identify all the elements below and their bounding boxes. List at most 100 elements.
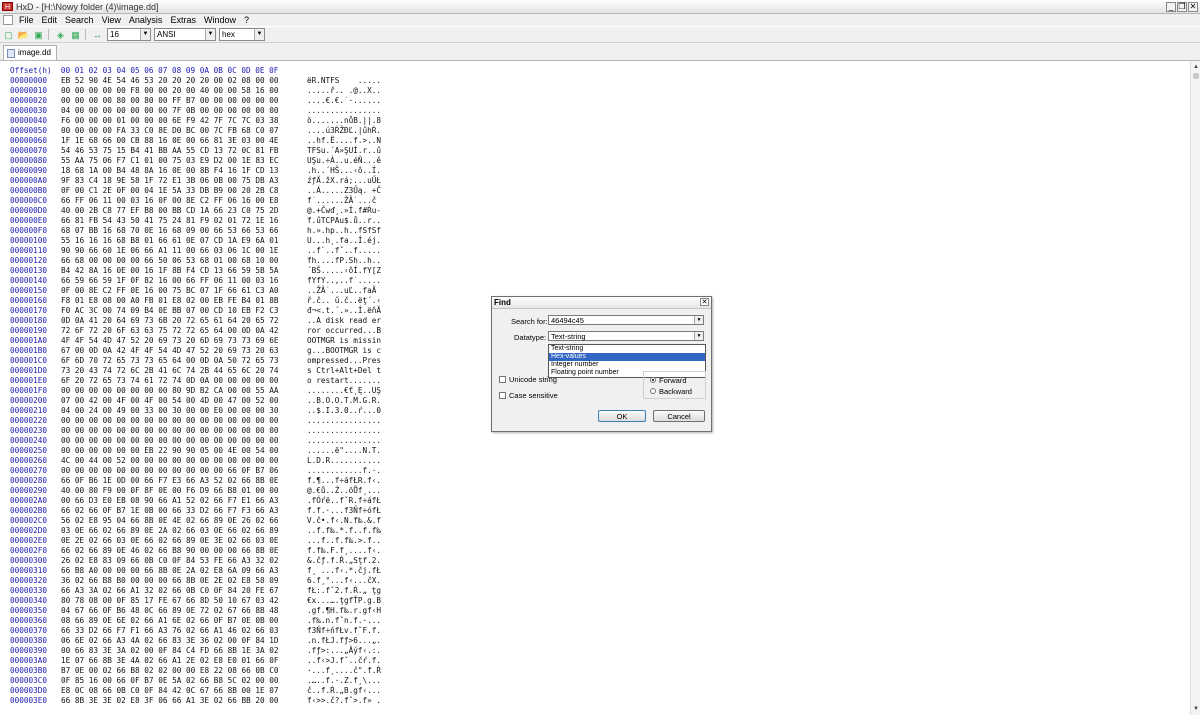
menu-window[interactable]: Window <box>200 15 240 25</box>
row-ascii-text[interactable]: ..ŽÂ˙...uĽ..faĂ <box>307 286 381 296</box>
menu-file[interactable]: File <box>15 15 38 25</box>
row-ascii-text[interactable]: .fÓŕë..fˇR.f÷áfŁ <box>307 496 381 506</box>
row-hex-bytes[interactable]: F6 00 00 00 01 00 00 00 6E F9 42 7F 7C 7… <box>61 116 279 126</box>
row-ascii-text[interactable]: .gf.¶H.f‰.r.gf‹H <box>307 606 381 616</box>
row-hex-bytes[interactable]: 55 16 16 16 68 B8 01 66 61 0E 07 CD 1A E… <box>61 236 279 246</box>
row-ascii-text[interactable]: o restart....... <box>307 376 381 386</box>
row-ascii-text[interactable]: 6.f¸°...f‹...čX. <box>307 576 381 586</box>
row-ascii-text[interactable]: TFSu.´A»ŞUÍ.r..ű <box>307 146 381 156</box>
restore-icon[interactable]: ❐ <box>1177 1 1187 12</box>
row-ascii-text[interactable]: L.D.R........... <box>307 456 381 466</box>
row-hex-bytes[interactable]: 66 68 00 00 00 00 66 50 06 53 68 01 00 6… <box>61 256 279 266</box>
row-ascii-text[interactable]: f3Ňf÷ńfŁv.fˇF.f. <box>307 626 381 636</box>
row-ascii-text[interactable]: č..f.Ŕ.„B.gf‹... <box>307 686 381 696</box>
row-hex-bytes[interactable]: 6F 6D 70 72 65 73 73 65 64 00 0D 0A 50 7… <box>61 356 279 366</box>
row-hex-bytes[interactable]: 0E 2E 02 66 03 0E 66 02 66 89 0E 3E 02 6… <box>61 536 279 546</box>
option-integer-number[interactable]: Integer number <box>549 361 705 369</box>
row-hex-bytes[interactable]: 66 33 D2 66 F7 F1 66 A3 76 02 66 A1 46 0… <box>61 626 279 636</box>
bytes-per-row-select[interactable]: 16 ▼ <box>107 28 151 41</box>
menu-extras[interactable]: Extras <box>166 15 200 25</box>
row-hex-bytes[interactable]: 00 00 00 00 00 00 00 00 00 00 00 00 00 0… <box>61 416 279 426</box>
row-hex-bytes[interactable]: 54 46 53 75 15 B4 41 BB AA 55 CD 13 72 0… <box>61 146 279 156</box>
close-icon[interactable]: ✕ <box>1188 1 1198 12</box>
row-hex-bytes[interactable]: 1F 1E 68 66 00 CB 88 16 0E 00 66 81 3E 0… <box>61 136 279 146</box>
chevron-down-icon[interactable]: ▼ <box>694 332 703 340</box>
row-hex-bytes[interactable]: B4 42 8A 16 0E 00 16 1F 8B F4 CD 13 66 5… <box>61 266 279 276</box>
row-hex-bytes[interactable]: 66 A3 3A 02 66 A1 32 02 66 0B C0 0F 84 2… <box>61 586 279 596</box>
row-hex-bytes[interactable]: EB 52 90 4E 54 46 53 20 20 20 20 00 02 0… <box>61 76 279 86</box>
offset-base-select[interactable]: hex ▼ <box>219 28 265 41</box>
row-hex-bytes[interactable]: 06 6E 02 66 A3 4A 02 66 83 3E 36 02 00 0… <box>61 636 279 646</box>
row-hex-bytes[interactable]: 04 00 00 00 00 00 00 00 7F 0B 00 00 00 0… <box>61 106 279 116</box>
tab-image-dd[interactable]: image.dd <box>3 45 57 60</box>
row-hex-bytes[interactable]: 04 00 24 00 49 00 33 00 30 00 00 E0 00 0… <box>61 406 279 416</box>
row-hex-bytes[interactable]: 66 59 66 59 1F 0F 82 16 00 66 FF 06 11 0… <box>61 276 279 286</box>
row-ascii-text[interactable]: ....ú3ŔŽĐĽ.|űhŔ. <box>307 126 381 136</box>
row-hex-bytes[interactable]: 55 AA 75 06 F7 C1 01 00 75 03 E9 D2 00 1… <box>61 156 279 166</box>
row-hex-bytes[interactable]: 36 02 66 B8 B0 00 00 00 66 8B 0E 2E 02 E… <box>61 576 279 586</box>
row-ascii-text[interactable]: @.+Čwď¸.»Í.f#Ŕu- <box>307 206 381 216</box>
row-ascii-text[interactable]: ..f‹>J.fˇ..čŕ.f. <box>307 656 381 666</box>
row-hex-bytes[interactable]: 67 00 0D 0A 42 4F 4F 54 4D 47 52 20 69 7… <box>61 346 279 356</box>
close-icon[interactable]: ✕ <box>700 298 709 306</box>
row-ascii-text[interactable]: .n.fŁJ.fƒ>6...„. <box>307 636 381 646</box>
row-ascii-text[interactable]: f.f.·...f3Ňf÷ófŁ <box>307 506 381 516</box>
ok-button[interactable]: OK <box>598 410 646 422</box>
row-hex-bytes[interactable]: 00 00 00 00 00 00 00 00 00 00 00 00 00 0… <box>61 436 279 446</box>
row-ascii-text[interactable]: h.».hp..h..fSfSf <box>307 226 381 236</box>
scroll-down-icon[interactable]: ▼ <box>1192 705 1200 713</box>
row-hex-bytes[interactable]: 00 00 00 00 00 00 00 00 00 00 00 00 66 0… <box>61 466 279 476</box>
row-hex-bytes[interactable]: 00 66 D3 E0 EB 08 90 66 A1 52 02 66 F7 E… <box>61 496 279 506</box>
row-ascii-text[interactable]: f¸ ...f‹.*.čj.fŁ <box>307 566 381 576</box>
row-hex-bytes[interactable]: 66 0F B6 1E 0D 00 66 F7 E3 66 A3 52 02 6… <box>61 476 279 486</box>
row-hex-bytes[interactable]: 4F 4F 54 4D 47 52 20 69 73 20 6D 69 73 7… <box>61 336 279 346</box>
row-ascii-text[interactable]: ..hf.Ë....f.>..N <box>307 136 381 146</box>
row-ascii-text[interactable]: ..B.O.O.T.M.G.R. <box>307 396 381 406</box>
datatype-select[interactable]: Text-string ▼ <box>548 331 704 341</box>
row-hex-bytes[interactable]: 66 81 FB 54 43 50 41 75 24 81 F9 02 01 7… <box>61 216 279 226</box>
row-ascii-text[interactable]: ....€.€.˙·...... <box>307 96 381 106</box>
row-ascii-text[interactable]: ................ <box>307 436 381 446</box>
row-hex-bytes[interactable]: 9F 83 C4 18 9E 58 1F 72 E1 3B 06 0B 00 7… <box>61 176 279 186</box>
row-hex-bytes[interactable]: 72 6F 72 20 6F 63 63 75 72 72 65 64 00 0… <box>61 326 279 336</box>
menu-view[interactable]: View <box>98 15 125 25</box>
row-hex-bytes[interactable]: 66 02 66 0F B7 1E 0B 00 66 33 D2 66 F7 F… <box>61 506 279 516</box>
search-input[interactable]: 46494c45 ▼ <box>548 315 704 325</box>
row-ascii-text[interactable]: .f‰.n.fˇn.f.·... <box>307 616 381 626</box>
row-hex-bytes[interactable]: 40 00 2B C8 77 EF B8 00 BB CD 1A 66 23 C… <box>61 206 279 216</box>
row-hex-bytes[interactable]: 04 67 66 0F B6 48 0C 66 89 0E 72 02 67 6… <box>61 606 279 616</box>
row-hex-bytes[interactable]: E8 0C 08 66 0B C0 0F 84 42 0C 67 66 8B 0… <box>61 686 279 696</box>
forward-radio[interactable] <box>650 377 656 383</box>
row-ascii-text[interactable]: ..A disk read er <box>307 316 381 326</box>
row-ascii-text[interactable]: f˙......ŽÂ˙...č <box>307 196 376 206</box>
case-sensitive-checkbox[interactable] <box>499 392 506 399</box>
row-ascii-text[interactable]: @.€ů..Ź..öŮf¸... <box>307 486 381 496</box>
row-ascii-text[interactable]: ..f.f‰.*.f..f.f‰ <box>307 526 381 536</box>
row-hex-bytes[interactable]: 90 90 66 60 1E 06 66 A1 11 00 66 03 06 1… <box>61 246 279 256</box>
row-hex-bytes[interactable]: F0 AC 3C 00 74 09 B4 0E BB 07 00 CD 10 E… <box>61 306 279 316</box>
row-ascii-text[interactable]: fŁ:.fˇ2.f.Ŕ.„ ţg <box>307 586 381 596</box>
row-ascii-text[interactable]: źƒÄ.žX.rá;...uŰŁ <box>307 176 381 186</box>
open-file-icon[interactable]: 📂 <box>17 29 30 41</box>
row-ascii-text[interactable]: fYfY..‚..f˙..... <box>307 276 381 286</box>
row-hex-bytes[interactable]: 68 07 BB 16 68 70 0E 16 68 09 00 66 53 6… <box>61 226 279 236</box>
row-ascii-text[interactable]: ëR.NTFS ..... <box>307 76 381 86</box>
columns-icon[interactable]: ↔ <box>91 29 104 41</box>
row-ascii-text[interactable]: f.¶...f÷ăfŁR.f‹. <box>307 476 381 486</box>
option-hex-values[interactable]: Hex-values <box>549 353 705 361</box>
row-ascii-text[interactable]: U...h¸.fa..Í.éj. <box>307 236 381 246</box>
row-hex-bytes[interactable]: 00 00 00 00 00 F8 00 00 20 00 40 00 00 5… <box>61 86 279 96</box>
row-ascii-text[interactable]: OOTMGR is missin <box>307 336 381 346</box>
chevron-down-icon[interactable]: ▼ <box>694 316 703 324</box>
row-ascii-text[interactable]: f.f‰.F.f¸....f‹. <box>307 546 381 556</box>
row-ascii-text[interactable]: ..Á.....Z3Űą. +Č <box>307 186 381 196</box>
row-ascii-text[interactable]: .…..f.·.Z.f¸\... <box>307 676 381 686</box>
row-ascii-text[interactable]: ................ <box>307 106 381 116</box>
disk-icon[interactable]: ◈ <box>54 29 67 41</box>
row-ascii-text[interactable]: s Ctrl+Alt+Del t <box>307 366 381 376</box>
row-ascii-text[interactable]: .h..´HŠ...‹ô..Í. <box>307 166 381 176</box>
vertical-scrollbar[interactable]: ▲ ▼ <box>1190 61 1200 715</box>
row-ascii-text[interactable]: fh....fP.Sh..h.. <box>307 256 381 266</box>
backward-radio[interactable] <box>650 388 656 394</box>
scroll-thumb[interactable] <box>1193 73 1199 79</box>
